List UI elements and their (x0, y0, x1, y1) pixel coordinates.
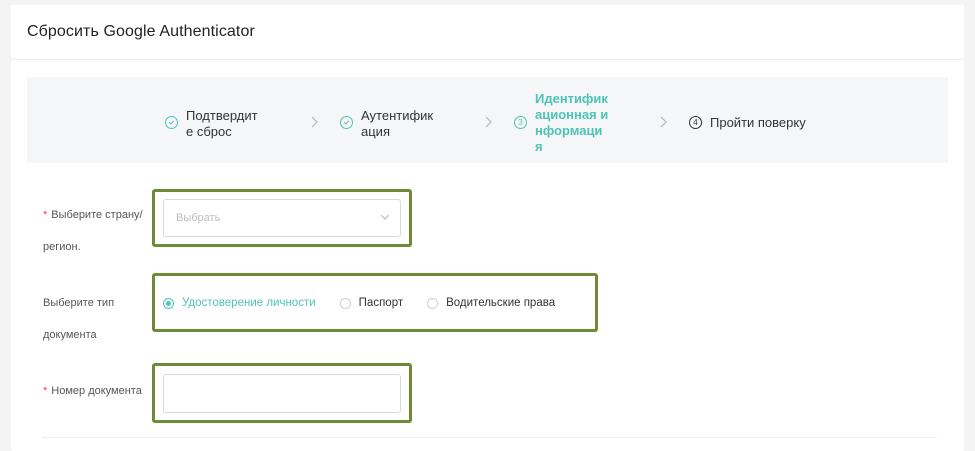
check-circle-icon (165, 116, 178, 129)
country-select[interactable]: Выбрать (163, 199, 401, 237)
doc-type-radio-group: Удостоверение личности Паспорт Водительс… (163, 295, 579, 311)
radio-button[interactable] (339, 297, 351, 309)
radio-label: Водительские права (446, 297, 556, 309)
chevron-right-icon (311, 116, 318, 128)
step-number-badge: 4 (689, 116, 702, 129)
radio-label: Паспорт (358, 297, 404, 309)
chevron-right-icon (485, 116, 492, 128)
chevron-down-icon (380, 214, 390, 220)
radio-drivers-license[interactable]: Водительские права (427, 297, 555, 309)
country-label-cont: регион. (43, 241, 81, 253)
doc-type-label: Выберите тип (43, 297, 115, 309)
radio-id-card[interactable]: Удостоверение личности (163, 297, 316, 309)
divider (42, 437, 937, 438)
step-identification: 3 Идентифик ационная и нформаци я (514, 91, 608, 155)
step-label: Подтвердит е сброс (186, 108, 258, 139)
step-authentication: Аутентифик ация (340, 108, 433, 140)
check-circle-icon (340, 116, 353, 129)
step-label: Идентифик ационная и нформаци я (535, 91, 609, 154)
doc-number-input[interactable] (163, 374, 401, 413)
card-header: Сбросить Google Authenticator (11, 5, 964, 60)
step-verification: 4 Пройти поверку (689, 115, 806, 131)
chevron-right-icon (660, 116, 667, 128)
radio-label: Удостоверение личности (182, 297, 316, 309)
doc-number-label: * Номер документа (43, 385, 142, 397)
country-label: * Выберите страну/ (43, 209, 143, 221)
select-placeholder: Выбрать (176, 212, 221, 224)
step-label: Пройти поверку (710, 115, 806, 130)
page-title: Сбросить Google Authenticator (27, 23, 255, 40)
progress-stepper: Подтвердит е сброс Аутентифик ация 3 Иде… (27, 77, 948, 163)
doc-type-label-cont: документа (43, 329, 97, 341)
radio-passport[interactable]: Паспорт (339, 297, 404, 309)
step-number-badge: 3 (514, 116, 527, 129)
radio-button-checked[interactable] (163, 297, 174, 309)
radio-button[interactable] (427, 297, 439, 309)
step-label: Аутентифик ация (361, 108, 434, 139)
step-confirm-reset: Подтвердит е сброс (165, 108, 258, 140)
